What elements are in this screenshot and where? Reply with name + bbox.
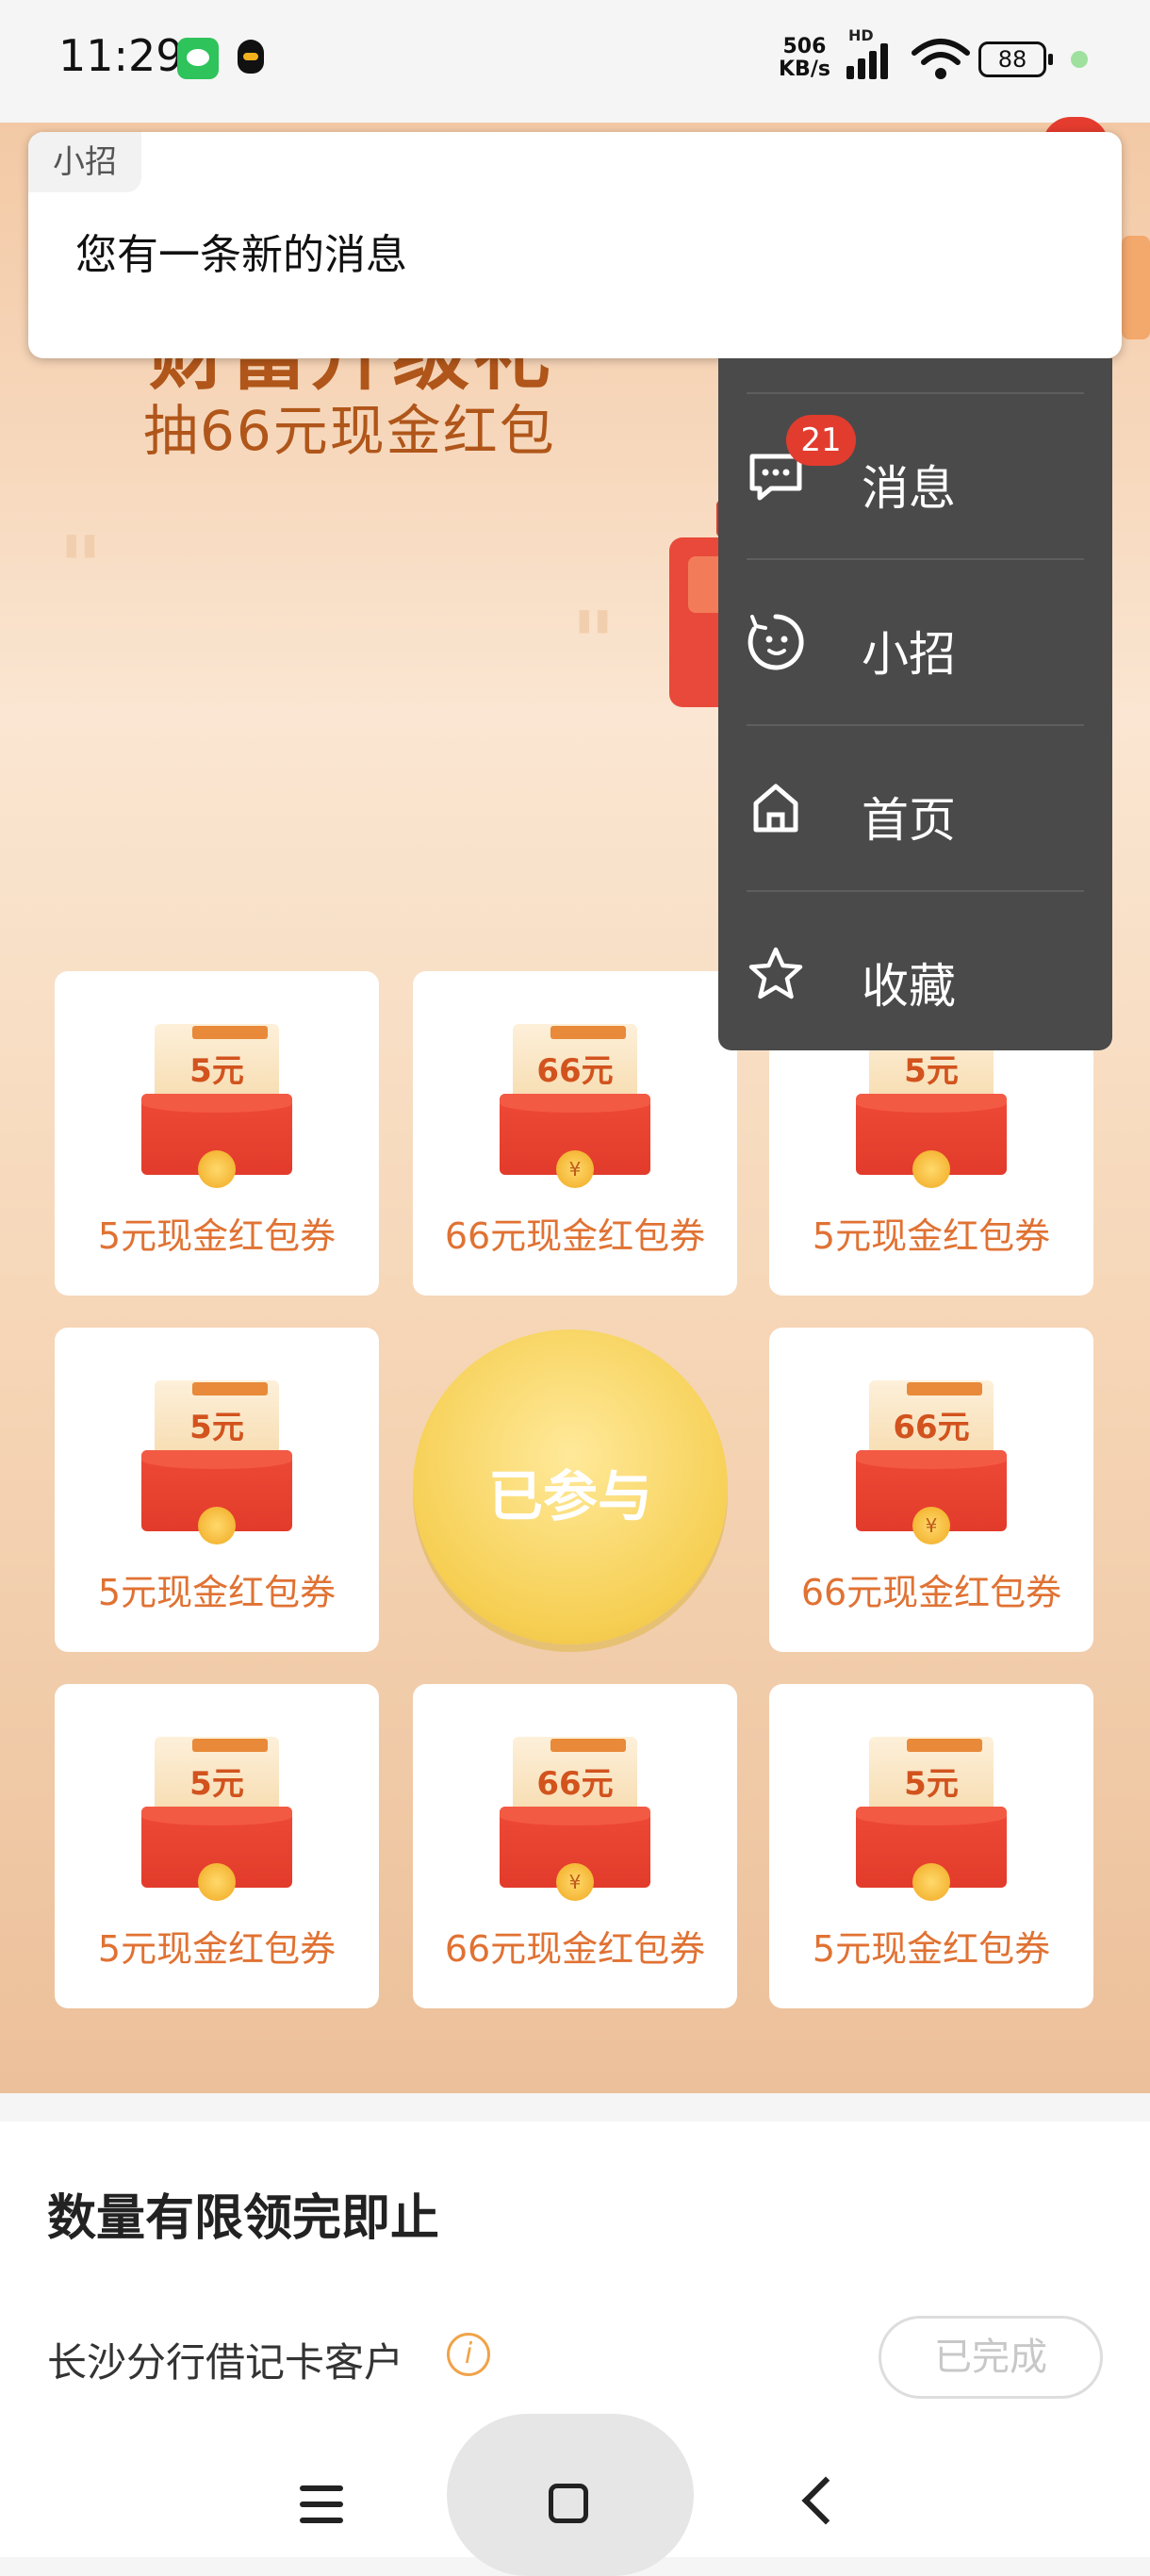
envelope-amount: 5元	[189, 1052, 244, 1090]
red-envelope-icon: 66元 ¥	[500, 1737, 650, 1901]
menu-label: 收藏	[862, 959, 956, 1014]
menu-label: 消息	[862, 461, 956, 516]
participated-button[interactable]: 已参与	[413, 1329, 728, 1644]
limit-title: 数量有限领完即止	[47, 2190, 440, 2247]
envelope-amount: 66元	[893, 1409, 970, 1446]
notification-app-name: 小招	[28, 132, 141, 192]
notification-banner[interactable]: 小招 您有一条新的消息	[28, 132, 1122, 358]
prize-label: 66元现金红包券	[800, 1572, 1062, 1613]
star-icon	[748, 947, 803, 999]
red-envelope-icon: 5元	[141, 1380, 292, 1544]
red-envelope-icon: 66元 ¥	[856, 1380, 1007, 1544]
red-envelope-icon: 5元	[141, 1737, 292, 1901]
prize-label: 5元现金红包券	[812, 1928, 1051, 1970]
net-speed: 506 KB/s	[779, 36, 830, 81]
status-indicator-dot	[1071, 51, 1088, 68]
battery-icon: 88	[978, 41, 1053, 77]
prize-card[interactable]: 5元 5元现金红包券	[55, 1328, 379, 1652]
side-decoration	[1122, 236, 1150, 339]
envelope-amount: 5元	[189, 1409, 244, 1446]
envelope-amount: 5元	[189, 1765, 244, 1803]
customer-requirement: 长沙分行借记卡客户	[47, 2339, 404, 2386]
back-icon[interactable]	[801, 2476, 850, 2525]
envelope-amount: 66元	[536, 1765, 614, 1803]
red-envelope-icon: 66元 ¥	[500, 1024, 650, 1188]
notification-message: 您有一条新的消息	[75, 231, 407, 279]
participated-label: 已参与	[487, 1464, 652, 1528]
prize-label: 66元现金红包券	[444, 1215, 706, 1257]
wechat-icon	[177, 38, 219, 79]
system-nav-bar	[0, 2395, 1150, 2576]
wifi-icon	[912, 39, 970, 79]
prize-card[interactable]: 66元 ¥ 66元现金红包券	[413, 1684, 737, 2008]
network-type: HD	[848, 26, 874, 44]
completed-button[interactable]: 已完成	[879, 2316, 1103, 2399]
status-time: 11:29	[58, 30, 184, 81]
prize-label: 5元现金红包券	[97, 1928, 337, 1970]
menu-item-messages[interactable]: 消息	[718, 394, 1112, 558]
menu-label: 小招	[862, 627, 956, 682]
prize-label: 5元现金红包券	[97, 1215, 337, 1257]
popup-menu: 消息 小招 首页 收藏	[718, 358, 1112, 1050]
prize-card[interactable]: 5元 5元现金红包券	[55, 971, 379, 1296]
prize-label: 5元现金红包券	[97, 1572, 337, 1613]
prize-card[interactable]: 5元 5元现金红包券	[55, 1684, 379, 2008]
menu-label: 首页	[862, 793, 956, 848]
home-square-icon[interactable]	[549, 2484, 588, 2523]
qq-icon	[230, 38, 271, 79]
signal-icon: HD	[846, 26, 899, 79]
quote-mark-open: "	[58, 519, 103, 618]
status-bar: 11:29 506 KB/s HD 88	[0, 0, 1150, 123]
hero-subtitle: 抽66元现金红包	[143, 399, 556, 463]
envelope-amount: 66元	[536, 1052, 614, 1090]
home-icon	[753, 784, 798, 833]
prize-label: 66元现金红包券	[444, 1928, 706, 1970]
prize-card[interactable]: 5元 5元现金红包券	[769, 1684, 1093, 2008]
menu-item-favorites[interactable]: 收藏	[718, 892, 1112, 1056]
prize-label: 5元现金红包券	[812, 1215, 1051, 1257]
prize-card[interactable]: 66元 ¥ 66元现金红包券	[413, 971, 737, 1296]
quote-mark-close: "	[571, 594, 616, 693]
assistant-icon	[748, 614, 804, 670]
red-envelope-icon: 5元	[141, 1024, 292, 1188]
net-speed-unit: KB/s	[779, 58, 830, 81]
message-count-badge: 21	[786, 415, 856, 466]
net-speed-value: 506	[782, 35, 827, 58]
envelope-amount: 5元	[904, 1765, 959, 1803]
prize-card[interactable]: 66元 ¥ 66元现金红包券	[769, 1328, 1093, 1652]
menu-item-home[interactable]: 首页	[718, 726, 1112, 890]
red-envelope-icon: 5元	[856, 1737, 1007, 1901]
menu-icon[interactable]	[300, 2485, 343, 2523]
info-icon[interactable]: i	[447, 2333, 490, 2376]
menu-item-assistant[interactable]: 小招	[718, 560, 1112, 724]
